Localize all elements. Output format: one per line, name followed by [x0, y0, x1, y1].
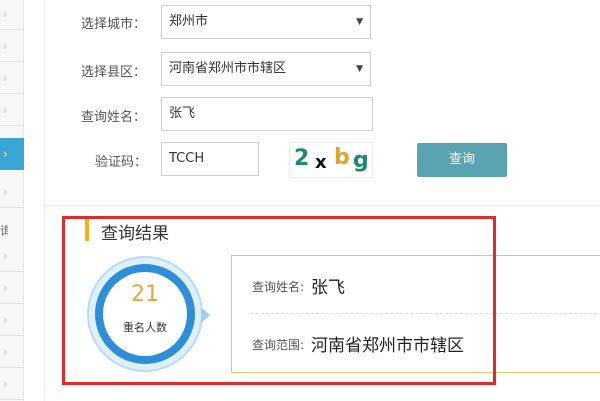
query-form: 选择城市： 郑州市 ▼ 选择县区： 河南省郑州市市辖区 ▼ 查询姓名： 张飞 验…: [45, 0, 600, 206]
sidebar-item[interactable]: ›: [0, 304, 24, 336]
city-select-value: 郑州市: [169, 14, 209, 29]
captcha-input[interactable]: TCCH: [161, 142, 259, 176]
captcha-image[interactable]: 2 x b g: [289, 142, 373, 178]
caret-down-icon: ▼: [356, 64, 363, 74]
sidebar-item[interactable]: ›: [0, 62, 24, 94]
main-content: 选择城市： 郑州市 ▼ 选择县区： 河南省郑州市市辖区 ▼ 查询姓名： 张飞 验…: [44, 0, 600, 401]
chevron-right-icon: ›: [3, 147, 8, 161]
result-title: 查询结果: [101, 224, 169, 244]
result-scope-value: 河南省郑州市市辖区: [311, 336, 464, 356]
chevron-right-icon: ›: [3, 185, 8, 199]
result-name-label: 查询姓名:: [252, 280, 305, 294]
result-name-value: 张飞: [311, 278, 345, 298]
sidebar-item[interactable]: ›: [0, 30, 24, 62]
captcha-char: 2: [294, 146, 310, 171]
name-input-value: 张飞: [169, 106, 196, 121]
pointer-arrow-icon: [201, 307, 210, 323]
captcha-char: g: [353, 148, 369, 173]
result-scope-label: 查询范围:: [252, 338, 305, 352]
sidebar-item[interactable]: ›: [0, 240, 24, 272]
captcha-char: b: [334, 145, 350, 170]
chevron-right-icon: ›: [3, 281, 8, 295]
sidebar-item[interactable]: ›: [0, 272, 24, 304]
sidebar-item[interactable]: ›: [0, 176, 24, 208]
chevron-right-icon: ›: [3, 7, 8, 21]
city-label: 选择城市：: [81, 17, 147, 32]
city-select[interactable]: 郑州市 ▼: [161, 5, 371, 39]
chevron-right-icon: ›: [3, 71, 8, 85]
sidebar: › › › › › › › › › › › 询: [0, 0, 24, 401]
district-select[interactable]: 河南省郑州市市辖区 ▼: [161, 52, 371, 86]
name-input[interactable]: 张飞: [161, 97, 373, 131]
caret-down-icon: ▼: [356, 17, 363, 27]
district-label: 选择县区：: [81, 65, 147, 80]
duplicate-count: 21: [131, 282, 159, 307]
duplicate-count-label: 重名人数: [123, 321, 167, 334]
sidebar-item[interactable]: ›: [0, 94, 24, 126]
query-button[interactable]: 查询: [417, 143, 507, 177]
captcha-input-value: TCCH: [169, 151, 205, 166]
sidebar-item[interactable]: ›: [0, 0, 24, 30]
district-select-value: 河南省郑州市市辖区: [169, 61, 287, 76]
chevron-right-icon: ›: [3, 249, 8, 263]
chevron-right-icon: ›: [3, 377, 8, 391]
result-title-accent: [85, 219, 89, 241]
sidebar-text-fragment: 询: [0, 224, 8, 238]
captcha-label: 验证码：: [95, 155, 148, 170]
sidebar-item[interactable]: ›: [0, 368, 24, 400]
captcha-char: x: [315, 152, 327, 173]
sidebar-item-active[interactable]: ›: [0, 138, 24, 170]
chevron-right-icon: ›: [3, 39, 8, 53]
chevron-right-icon: ›: [3, 313, 8, 327]
chevron-right-icon: ›: [3, 345, 8, 359]
sidebar-item[interactable]: ›: [0, 336, 24, 368]
chevron-right-icon: ›: [3, 103, 8, 117]
result-divider: [251, 313, 600, 314]
name-label: 查询姓名：: [81, 110, 147, 125]
